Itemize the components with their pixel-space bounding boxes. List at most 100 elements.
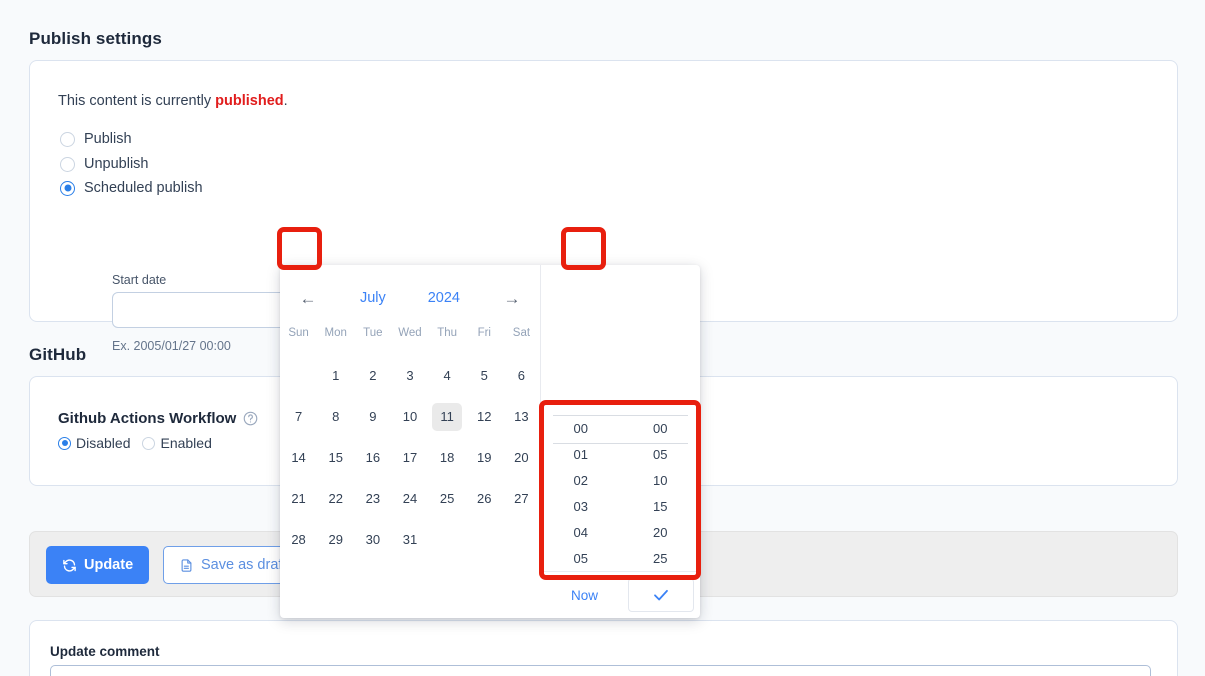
radio-enabled-indicator[interactable]: [142, 436, 156, 450]
day-cell[interactable]: 11: [429, 396, 466, 437]
update-comment-card: Update comment: [29, 620, 1178, 676]
update-button[interactable]: Update: [46, 546, 150, 584]
hour-option[interactable]: 02: [541, 467, 621, 493]
radio-option-disabled[interactable]: Disabled: [58, 435, 130, 451]
arrow-left-icon[interactable]: ←: [298, 290, 318, 307]
day-cell[interactable]: 17: [391, 437, 428, 478]
day-cell[interactable]: 5: [466, 355, 503, 396]
picker-month-label[interactable]: July: [360, 290, 386, 306]
minute-option[interactable]: 25: [621, 545, 701, 571]
radio-option-enabled[interactable]: Enabled: [142, 435, 212, 451]
picker-header: ← July 2024 →: [280, 279, 540, 317]
picker-footer: Now: [541, 571, 700, 618]
day-cell[interactable]: 16: [354, 437, 391, 478]
minute-option[interactable]: 05: [621, 441, 701, 467]
weekday-label: Wed: [398, 327, 422, 339]
day-cell[interactable]: 22: [317, 478, 354, 519]
minute-option[interactable]: 15: [621, 493, 701, 519]
day-cell[interactable]: 23: [354, 478, 391, 519]
minute-option[interactable]: 10: [621, 467, 701, 493]
update-comment-input[interactable]: [51, 666, 1150, 676]
day-number: 16: [365, 450, 381, 465]
day-number: 27: [514, 491, 529, 506]
hour-column[interactable]: 00 01 02 03 04 05: [541, 415, 621, 571]
day-cell[interactable]: 18: [429, 437, 466, 478]
picker-year-label[interactable]: 2024: [428, 290, 460, 306]
day-cell[interactable]: 14: [280, 437, 317, 478]
status-badge: published: [215, 93, 284, 109]
hour-option[interactable]: 03: [541, 493, 621, 519]
confirm-button[interactable]: [628, 578, 694, 612]
weekday-label: Tue: [363, 327, 383, 339]
day-cell[interactable]: 10: [391, 396, 428, 437]
radio-enabled-label: Enabled: [160, 435, 212, 451]
radio-scheduled-publish-label: Scheduled publish: [84, 180, 203, 196]
day-cell[interactable]: 28: [280, 519, 317, 560]
day-cell[interactable]: 4: [429, 355, 466, 396]
github-actions-workflow-text: Github Actions Workflow: [58, 410, 237, 427]
radio-unpublish-indicator[interactable]: [60, 156, 75, 172]
weekday-label: Mon: [324, 327, 347, 339]
update-comment-field[interactable]: [50, 665, 1151, 676]
day-cell[interactable]: 19: [466, 437, 503, 478]
hour-option[interactable]: 00: [541, 415, 621, 441]
weekday-label: Sat: [512, 327, 531, 339]
now-button[interactable]: Now: [541, 588, 628, 603]
hour-option[interactable]: 04: [541, 519, 621, 545]
update-button-label: Update: [84, 557, 134, 573]
day-cell[interactable]: 30: [354, 519, 391, 560]
day-cell[interactable]: 26: [466, 478, 503, 519]
day-cell[interactable]: 1: [317, 355, 354, 396]
day-cell[interactable]: 3: [391, 355, 428, 396]
day-number: 22: [328, 491, 343, 506]
radio-publish-indicator[interactable]: [60, 131, 75, 147]
radio-disabled-label: Disabled: [76, 435, 131, 451]
radio-scheduled-publish-indicator[interactable]: [60, 180, 75, 196]
day-number: 2: [369, 368, 377, 383]
minute-column[interactable]: 00 05 10 15 20 25: [621, 415, 701, 571]
day-number: 1: [332, 368, 340, 383]
page-title: Publish settings: [29, 29, 162, 48]
picker-weekday-row: Sun Mon Tue Wed Thu Fri Sat: [280, 327, 540, 339]
day-cell[interactable]: 15: [317, 437, 354, 478]
github-section-title: GitHub: [29, 345, 87, 364]
day-cell[interactable]: 9: [354, 396, 391, 437]
date-format-hint: Ex. 2005/01/27 00:00: [112, 339, 231, 353]
radio-option-publish[interactable]: Publish: [60, 131, 132, 147]
question-circle-icon[interactable]: [243, 411, 258, 426]
day-cell[interactable]: 29: [317, 519, 354, 560]
day-number: 21: [291, 491, 306, 506]
day-number: 13: [514, 409, 529, 424]
hour-option[interactable]: 01: [541, 441, 621, 467]
day-cell[interactable]: 20: [503, 437, 540, 478]
day-cell[interactable]: 27: [503, 478, 540, 519]
day-number: 7: [294, 409, 303, 424]
arrow-right-icon[interactable]: →: [502, 290, 522, 307]
day-cell[interactable]: 21: [280, 478, 317, 519]
day-cell[interactable]: 6: [503, 355, 540, 396]
weekday-label: Thu: [437, 327, 458, 339]
day-cell[interactable]: 7: [280, 396, 317, 437]
day-cell[interactable]: 31: [391, 519, 428, 560]
radio-publish-label: Publish: [84, 131, 132, 147]
day-number: 12: [477, 409, 492, 424]
radio-option-scheduled-publish[interactable]: Scheduled publish: [60, 180, 203, 196]
radio-option-unpublish[interactable]: Unpublish: [60, 156, 149, 172]
minute-option[interactable]: 00: [621, 415, 701, 441]
save-as-draft-label: Save as draft: [201, 557, 287, 573]
day-cell[interactable]: 13: [503, 396, 540, 437]
day-cell[interactable]: 25: [429, 478, 466, 519]
radio-disabled-indicator[interactable]: [58, 436, 71, 450]
day-number: 24: [402, 491, 418, 506]
day-number: 23: [365, 491, 381, 506]
minute-option[interactable]: 20: [621, 519, 701, 545]
day-number: 14: [291, 450, 306, 465]
day-cell[interactable]: 8: [317, 396, 354, 437]
day-number: 28: [291, 532, 306, 547]
day-cell[interactable]: 24: [391, 478, 428, 519]
day-cell[interactable]: 2: [354, 355, 391, 396]
start-date-label: Start date: [112, 273, 167, 287]
day-number: 19: [477, 450, 492, 465]
hour-option[interactable]: 05: [541, 545, 621, 571]
day-cell[interactable]: 12: [466, 396, 503, 437]
